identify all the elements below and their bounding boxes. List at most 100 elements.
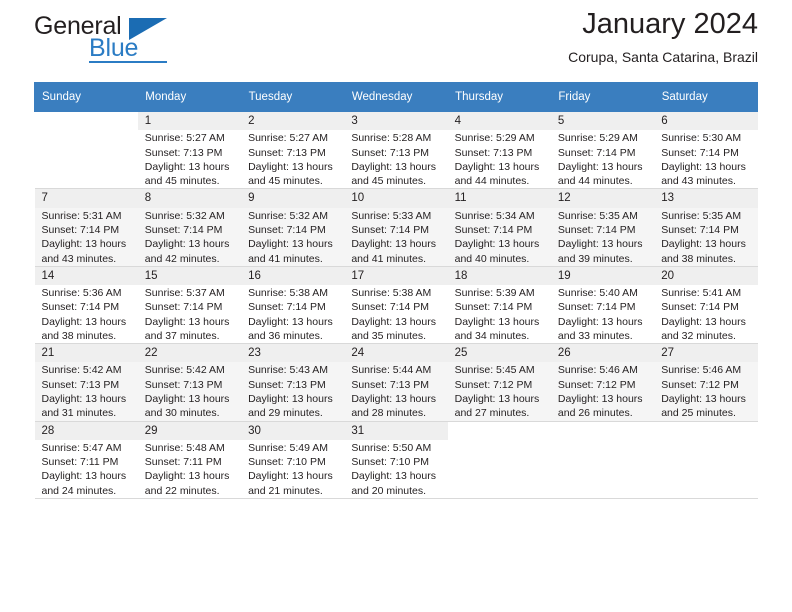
day-details: Sunrise: 5:42 AM Sunset: 7:13 PM Daylight:… (138, 362, 241, 420)
day-cell[interactable]: 13 Sunrise: 5:35 AM Sunset: 7:14 PM Dayligh… (654, 188, 758, 267)
day-info-line: Daylight: 13 hours (248, 393, 333, 406)
day-info-line: and 20 minutes. (351, 484, 427, 497)
day-number: 26 (550, 344, 655, 363)
page-subtitle: Corupa, Santa Catarina, Brazil (568, 49, 758, 66)
day-cell[interactable]: 8 Sunrise: 5:32 AM Sunset: 7:14 PM Daylight… (137, 188, 242, 267)
day-info-line: Sunset: 7:14 PM (144, 223, 223, 236)
title-block: January 2024 Corupa, Santa Catarina, Bra… (568, 6, 758, 65)
day-details: Sunrise: 5:49 AM Sunset: 7:10 PM Daylight:… (241, 440, 344, 498)
day-info-line: and 24 minutes. (41, 484, 117, 497)
day-info-line: Daylight: 13 hours (248, 470, 333, 483)
day-info-line: Sunrise: 5:42 AM (41, 364, 122, 377)
day-details: Sunrise: 5:46 AM Sunset: 7:12 PM Daylight:… (551, 362, 654, 420)
day-cell[interactable]: 7 Sunrise: 5:31 AM Sunset: 7:14 PM Daylight… (34, 188, 138, 267)
day-cell[interactable]: 23 Sunrise: 5:43 AM Sunset: 7:13 PM Dayligh… (241, 343, 345, 422)
day-info-line: and 40 minutes. (454, 252, 530, 265)
day-info-line: Sunrise: 5:43 AM (248, 364, 329, 377)
day-cell[interactable]: 5 Sunrise: 5:29 AM Sunset: 7:14 PM Daylight… (550, 110, 655, 190)
day-info-line: Sunset: 7:14 PM (557, 223, 636, 236)
day-cell-empty (34, 110, 138, 190)
day-info-line: Daylight: 13 hours (557, 238, 643, 251)
day-info-line: and 45 minutes. (248, 175, 323, 188)
day-info-line: Sunrise: 5:48 AM (144, 441, 225, 454)
day-cell[interactable]: 3 Sunrise: 5:28 AM Sunset: 7:13 PM Daylight… (344, 110, 448, 190)
calendar-week-row: 1 Sunrise: 5:27 AM Sunset: 7:13 PM Daylight… (34, 110, 758, 190)
day-cell[interactable]: 15 Sunrise: 5:37 AM Sunset: 7:14 PM Dayligh… (137, 265, 242, 345)
day-cell[interactable]: 10 Sunrise: 5:33 AM Sunset: 7:14 PM Dayligh… (344, 188, 448, 267)
day-info-line: and 25 minutes. (661, 407, 736, 420)
day-info-line: Sunrise: 5:38 AM (248, 287, 329, 300)
day-info-line: and 38 minutes. (41, 329, 117, 342)
day-info-line: Sunset: 7:13 PM (248, 378, 326, 391)
day-number: 2 (241, 112, 345, 131)
day-info-line: Sunrise: 5:32 AM (248, 209, 329, 222)
day-details: Sunrise: 5:31 AM Sunset: 7:14 PM Daylight:… (35, 208, 138, 266)
day-cell[interactable]: 19 Sunrise: 5:40 AM Sunset: 7:14 PM Dayligh… (550, 265, 655, 345)
day-info-line: Sunset: 7:10 PM (351, 456, 429, 469)
day-number: 27 (654, 344, 758, 363)
day-cell[interactable]: 6 Sunrise: 5:30 AM Sunset: 7:14 PM Daylight… (654, 110, 758, 190)
calendar-page: General Blue January 2024 Corupa, Santa … (0, 0, 792, 612)
day-number: 24 (344, 344, 448, 363)
calendar-header-row-group: Sunday Monday Tuesday Wednesday Thursday Frid… (33, 82, 759, 112)
day-cell[interactable]: 18 Sunrise: 5:39 AM Sunset: 7:14 PM Dayligh… (447, 265, 551, 345)
day-details: Sunrise: 5:27 AM Sunset: 7:13 PM Daylight:… (138, 130, 241, 188)
day-cell[interactable]: 22 Sunrise: 5:42 AM Sunset: 7:13 PM Dayligh… (137, 343, 242, 422)
day-details: Sunrise: 5:38 AM Sunset: 7:14 PM Daylight:… (241, 285, 344, 343)
day-cell[interactable]: 24 Sunrise: 5:44 AM Sunset: 7:13 PM Dayligh… (344, 343, 448, 422)
day-info-line: Sunset: 7:14 PM (144, 301, 223, 314)
day-details: Sunrise: 5:38 AM Sunset: 7:14 PM Daylight:… (344, 285, 447, 343)
day-info-line: and 43 minutes. (41, 252, 117, 265)
day-details: Sunrise: 5:37 AM Sunset: 7:14 PM Daylight:… (138, 285, 241, 343)
day-cell[interactable]: 17 Sunrise: 5:38 AM Sunset: 7:14 PM Dayligh… (344, 265, 448, 345)
day-cell[interactable]: 20 Sunrise: 5:41 AM Sunset: 7:14 PM Dayligh… (654, 265, 758, 345)
day-cell[interactable]: 21 Sunrise: 5:42 AM Sunset: 7:13 PM Dayligh… (34, 343, 138, 422)
day-cell[interactable]: 11 Sunrise: 5:34 AM Sunset: 7:14 PM Dayligh… (447, 188, 551, 267)
day-cell[interactable]: 28 Sunrise: 5:47 AM Sunset: 7:11 PM Dayligh… (34, 420, 138, 500)
day-number: 12 (550, 189, 655, 208)
day-info-line: Daylight: 13 hours (144, 393, 230, 406)
day-cell[interactable]: 29 Sunrise: 5:48 AM Sunset: 7:11 PM Dayligh… (137, 420, 242, 500)
day-number: 19 (550, 266, 655, 286)
day-info-line: Sunset: 7:13 PM (351, 378, 429, 391)
day-info-line: Sunrise: 5:44 AM (351, 364, 432, 377)
day-cell[interactable]: 14 Sunrise: 5:36 AM Sunset: 7:14 PM Dayligh… (34, 265, 138, 345)
day-cell[interactable]: 1 Sunrise: 5:27 AM Sunset: 7:13 PM Daylight… (137, 110, 242, 190)
day-details: Sunrise: 5:30 AM Sunset: 7:14 PM Daylight:… (654, 130, 757, 188)
day-info-line: and 44 minutes. (557, 175, 633, 188)
day-cell[interactable]: 9 Sunrise: 5:32 AM Sunset: 7:14 PM Daylight… (241, 188, 345, 267)
day-details: Sunrise: 5:29 AM Sunset: 7:13 PM Daylight:… (448, 130, 551, 188)
day-details: Sunrise: 5:32 AM Sunset: 7:14 PM Daylight:… (138, 208, 241, 266)
calendar-week-row: 21 Sunrise: 5:42 AM Sunset: 7:13 PM Dayligh… (34, 343, 758, 422)
calendar-week-row: 7 Sunrise: 5:31 AM Sunset: 7:14 PM Daylight… (34, 188, 758, 267)
day-info-line: Sunset: 7:14 PM (661, 146, 739, 159)
day-info-line: Sunset: 7:14 PM (557, 146, 636, 159)
day-info-line: and 44 minutes. (454, 175, 530, 188)
page-title: January 2024 (582, 8, 758, 40)
day-cell[interactable]: 31 Sunrise: 5:50 AM Sunset: 7:10 PM Dayligh… (344, 420, 448, 500)
day-cell[interactable]: 25 Sunrise: 5:45 AM Sunset: 7:12 PM Dayligh… (447, 343, 551, 422)
day-cell[interactable]: 12 Sunrise: 5:35 AM Sunset: 7:14 PM Dayligh… (550, 188, 655, 267)
day-number: 11 (447, 189, 551, 208)
day-cell[interactable]: 4 Sunrise: 5:29 AM Sunset: 7:13 PM Daylight… (447, 110, 551, 190)
day-cell[interactable]: 2 Sunrise: 5:27 AM Sunset: 7:13 PM Daylight… (241, 110, 345, 190)
day-cell[interactable]: 26 Sunrise: 5:46 AM Sunset: 7:12 PM Dayligh… (550, 343, 655, 422)
day-info-line: Sunset: 7:13 PM (41, 378, 120, 391)
day-info-line: and 31 minutes. (41, 407, 117, 420)
day-info-line: Sunrise: 5:34 AM (454, 209, 535, 222)
general-blue-logo[interactable]: General Blue (34, 14, 214, 66)
day-info-line: and 38 minutes. (661, 252, 736, 265)
day-info-line: Daylight: 13 hours (351, 160, 436, 173)
day-number: 22 (137, 344, 242, 363)
day-cell[interactable]: 27 Sunrise: 5:46 AM Sunset: 7:12 PM Dayligh… (654, 343, 758, 422)
day-number: 8 (137, 189, 242, 208)
day-info-line: Sunset: 7:11 PM (144, 456, 222, 469)
day-info-line: Daylight: 13 hours (454, 315, 540, 328)
day-info-line: Sunset: 7:14 PM (248, 223, 326, 236)
day-cell-empty (654, 420, 758, 500)
day-info-line: and 42 minutes. (144, 252, 220, 265)
day-info-line: Daylight: 13 hours (661, 315, 746, 328)
day-info-line: Sunset: 7:12 PM (661, 378, 739, 391)
day-cell[interactable]: 16 Sunrise: 5:38 AM Sunset: 7:14 PM Dayligh… (241, 265, 345, 345)
day-cell[interactable]: 30 Sunrise: 5:49 AM Sunset: 7:10 PM Dayligh… (241, 420, 345, 500)
